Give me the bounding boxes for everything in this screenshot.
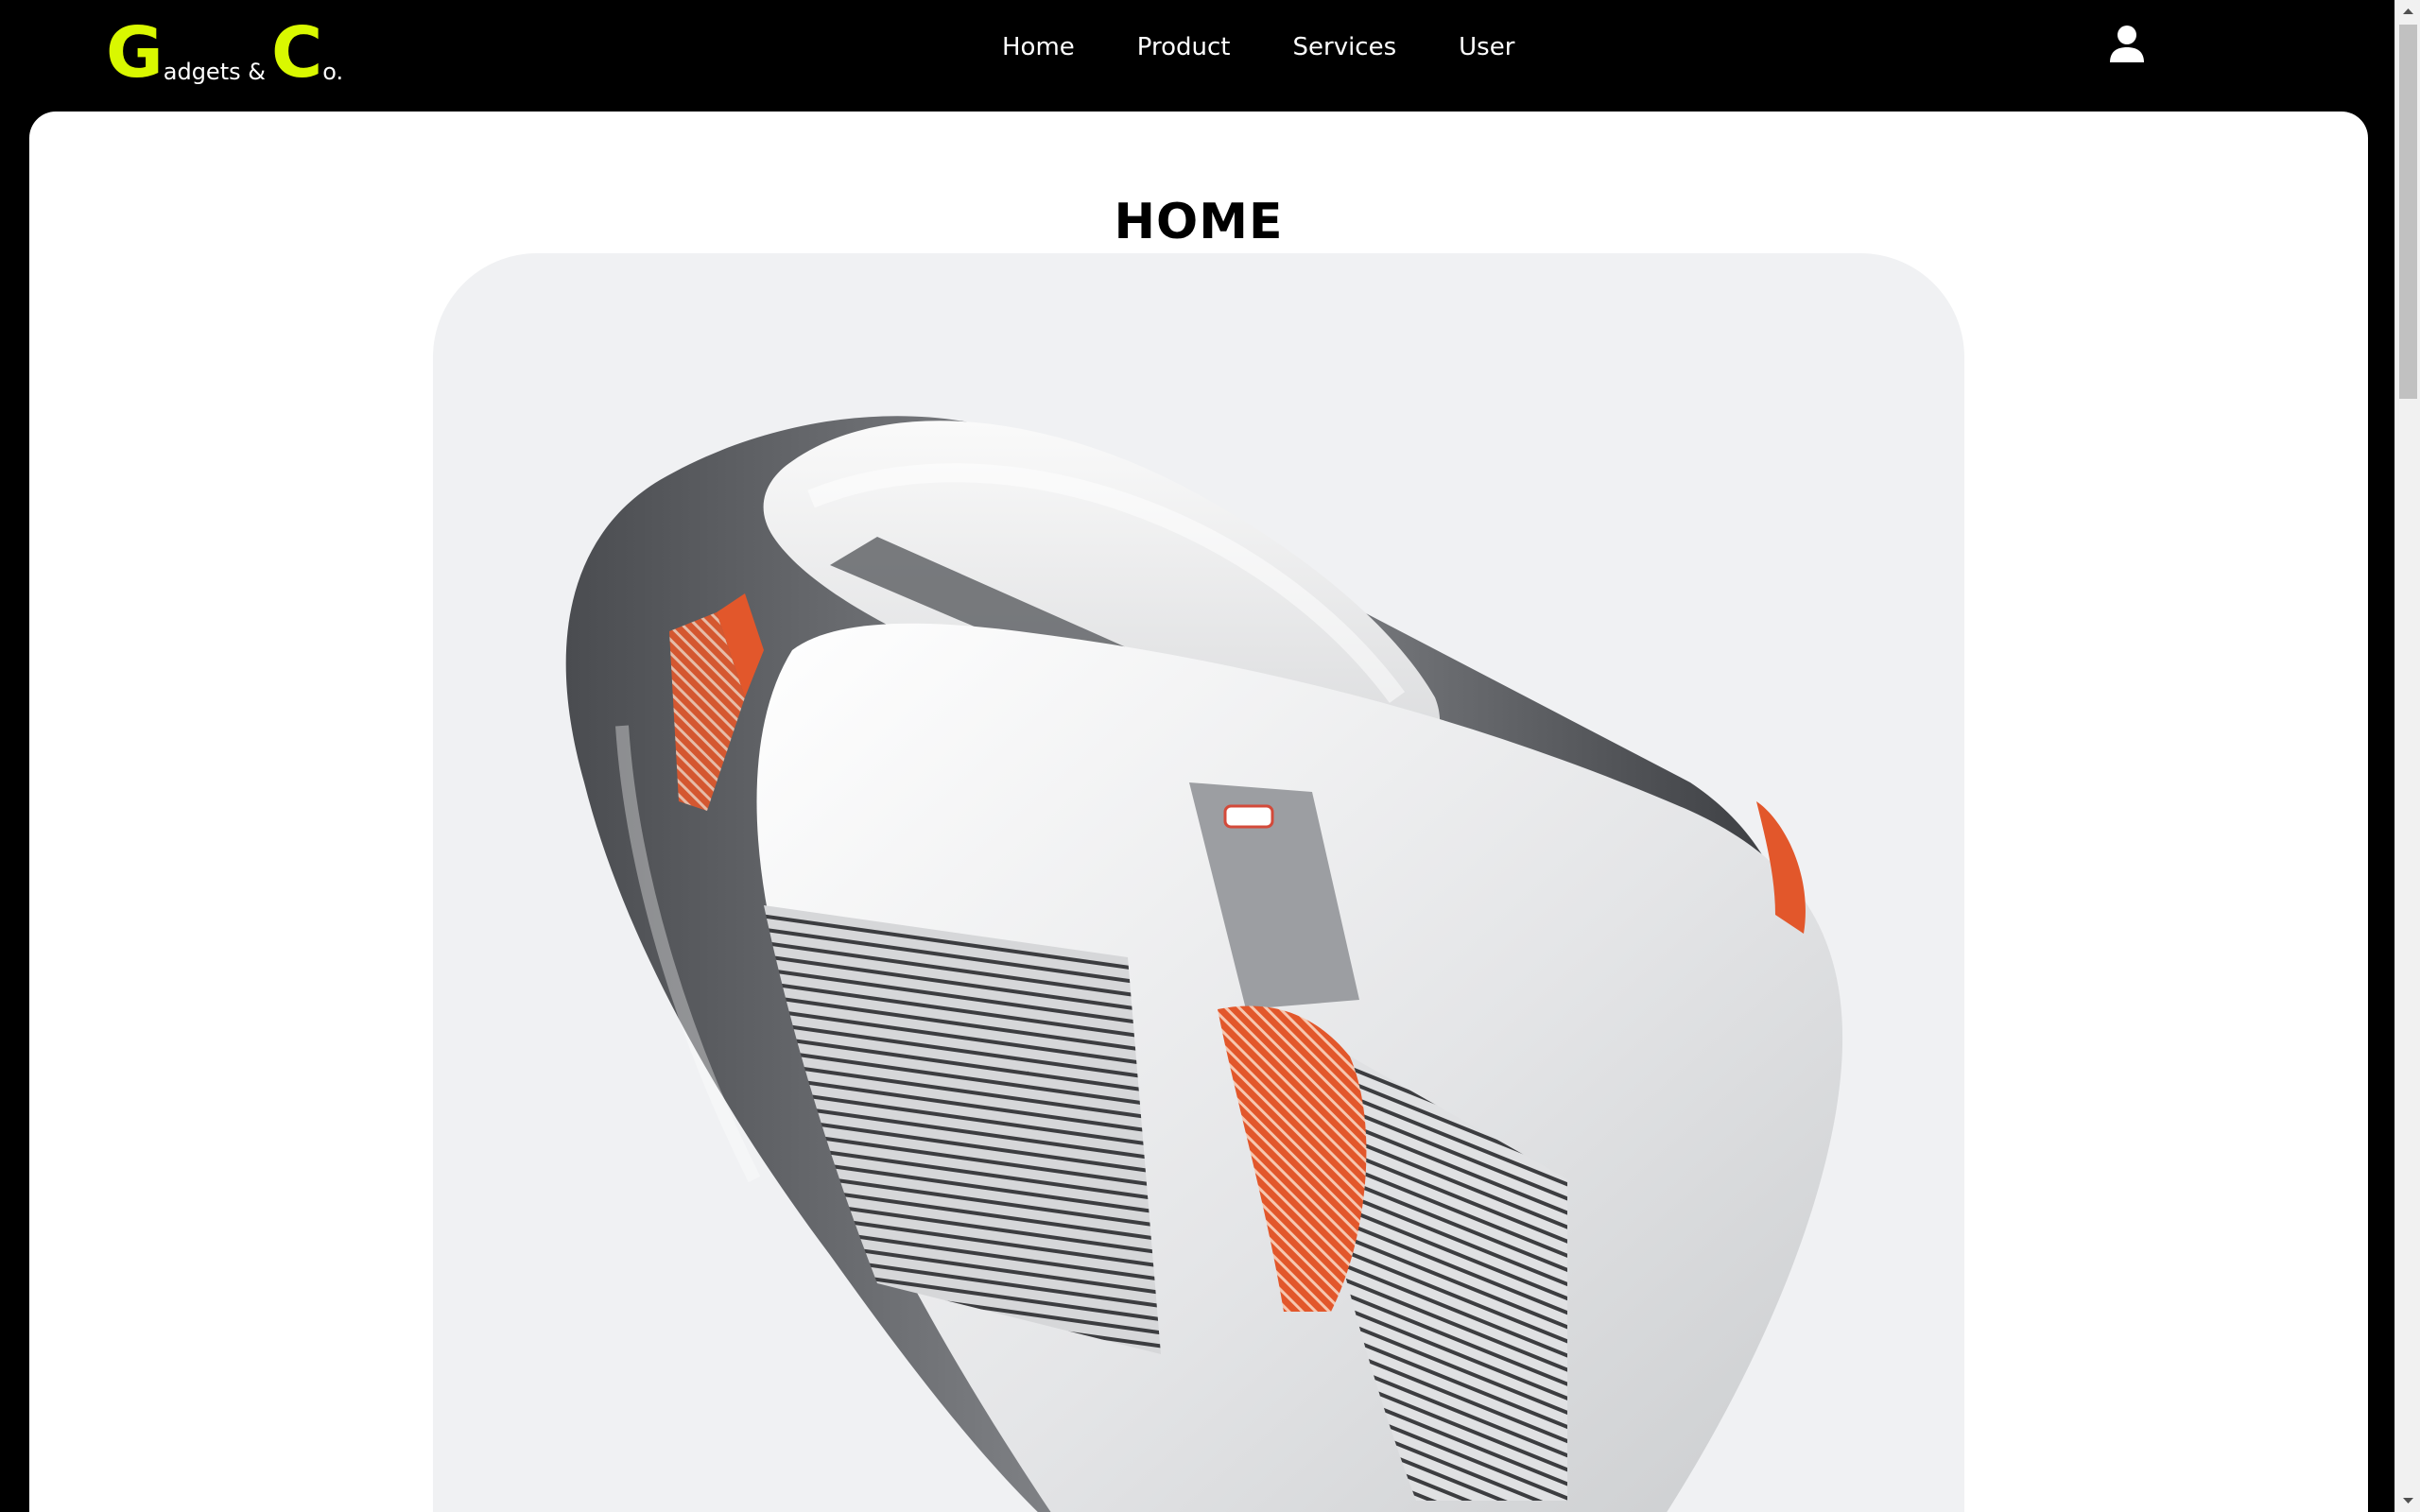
site-logo[interactable]: G adgets & C o. <box>106 12 344 94</box>
page-scrollbar[interactable] <box>2394 0 2420 1512</box>
logo-text-adgets: adgets & <box>163 59 266 85</box>
computer-mouse-illustration <box>565 416 1842 1512</box>
user-icon <box>2110 26 2144 62</box>
nav-product[interactable]: Product <box>1137 28 1231 66</box>
user-account-button[interactable] <box>2108 25 2146 66</box>
nav-home[interactable]: Home <box>1002 28 1075 66</box>
page-title: HOME <box>1114 193 1284 250</box>
scroll-up-arrow-icon[interactable] <box>2395 0 2420 23</box>
main-nav: Home Product Services User <box>1002 28 1514 66</box>
page: G adgets & C o. Home Product Services Us… <box>0 0 2420 1512</box>
nav-services[interactable]: Services <box>1293 28 1397 66</box>
hero-image <box>433 253 1964 1512</box>
scroll-down-arrow-icon[interactable] <box>2395 1489 2420 1512</box>
nav-user[interactable]: User <box>1459 28 1514 66</box>
logo-letter-g: G <box>106 12 164 94</box>
logo-letter-c: C <box>270 12 323 94</box>
logo-text-o: o. <box>322 59 344 85</box>
site-header: G adgets & C o. Home Product Services Us… <box>0 0 2394 112</box>
scrollbar-thumb[interactable] <box>2399 25 2417 399</box>
